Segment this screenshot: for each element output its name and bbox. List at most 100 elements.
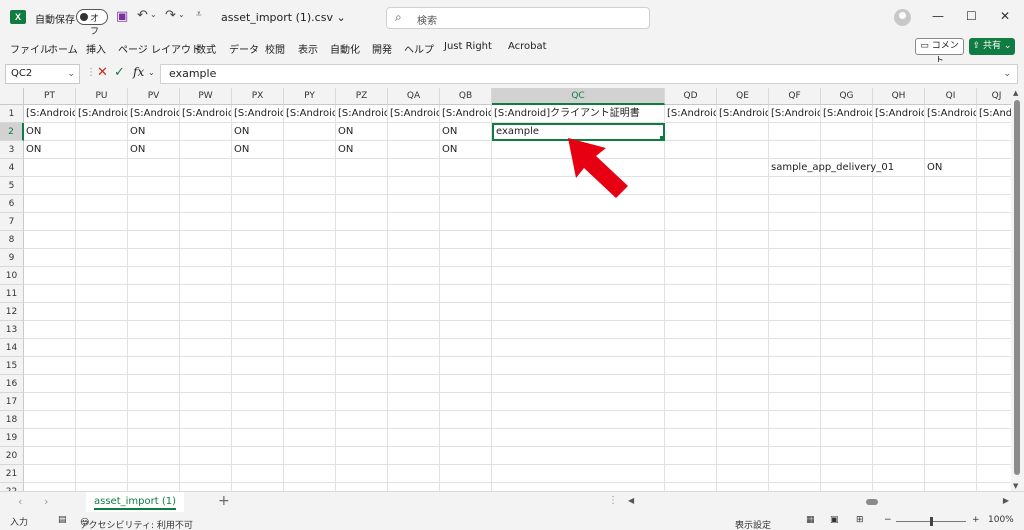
cell-qa13[interactable] <box>388 321 440 339</box>
cell-qa18[interactable] <box>388 411 440 429</box>
cell-qj2[interactable] <box>977 123 1011 141</box>
menu-review[interactable]: 校閲 <box>265 41 285 56</box>
cell-px20[interactable] <box>232 447 284 465</box>
cell-pt5[interactable] <box>24 177 76 195</box>
cell-qf19[interactable] <box>769 429 821 447</box>
cell-pz21[interactable] <box>336 465 388 483</box>
cell-qg22[interactable] <box>821 483 873 491</box>
cell-pt8[interactable] <box>24 231 76 249</box>
file-name[interactable]: asset_import (1).csv ⌄ <box>221 11 346 24</box>
cell-qa6[interactable] <box>388 195 440 213</box>
cell-pu4[interactable] <box>76 159 128 177</box>
cell-qf8[interactable] <box>769 231 821 249</box>
cell-qd10[interactable] <box>665 267 717 285</box>
cell-qg17[interactable] <box>821 393 873 411</box>
share-button[interactable]: ⇪ 共有 ⌄ <box>969 38 1015 55</box>
cell-qj18[interactable] <box>977 411 1011 429</box>
column-header-pw[interactable]: PW <box>180 88 232 105</box>
cell-pv5[interactable] <box>128 177 180 195</box>
prev-sheet-icon[interactable]: ‹ <box>18 495 22 508</box>
cell-qa11[interactable] <box>388 285 440 303</box>
cell-px5[interactable] <box>232 177 284 195</box>
cell-pu17[interactable] <box>76 393 128 411</box>
cell-pu18[interactable] <box>76 411 128 429</box>
cell-px18[interactable] <box>232 411 284 429</box>
cell-qd5[interactable] <box>665 177 717 195</box>
cell-qf4[interactable]: sample_app_delivery_01 <box>769 159 894 177</box>
cell-qf14[interactable] <box>769 339 821 357</box>
column-header-qc[interactable]: QC <box>492 88 665 105</box>
page-layout-view-icon[interactable]: ▣ <box>830 515 839 525</box>
cell-qa8[interactable] <box>388 231 440 249</box>
cell-pv15[interactable] <box>128 357 180 375</box>
cell-qi7[interactable] <box>925 213 977 231</box>
cell-qj12[interactable] <box>977 303 1011 321</box>
cell-qg7[interactable] <box>821 213 873 231</box>
row-header-11[interactable]: 11 <box>0 285 24 303</box>
cell-qj21[interactable] <box>977 465 1011 483</box>
cell-pw8[interactable] <box>180 231 232 249</box>
cell-pz8[interactable] <box>336 231 388 249</box>
cell-qg13[interactable] <box>821 321 873 339</box>
cell-py3[interactable] <box>284 141 336 159</box>
cell-qa14[interactable] <box>388 339 440 357</box>
cell-qc12[interactable] <box>492 303 665 321</box>
cell-py16[interactable] <box>284 375 336 393</box>
cell-qh5[interactable] <box>873 177 925 195</box>
cell-py11[interactable] <box>284 285 336 303</box>
cell-pv9[interactable] <box>128 249 180 267</box>
cell-qd15[interactable] <box>665 357 717 375</box>
cell-pu1[interactable]: [S:Android <box>76 105 128 123</box>
cell-pt20[interactable] <box>24 447 76 465</box>
cell-qb19[interactable] <box>440 429 492 447</box>
cell-qe1[interactable]: [S:Android <box>717 105 769 123</box>
cell-qj10[interactable] <box>977 267 1011 285</box>
cell-qb18[interactable] <box>440 411 492 429</box>
cell-qc7[interactable] <box>492 213 665 231</box>
cell-pz20[interactable] <box>336 447 388 465</box>
scroll-right-icon[interactable]: ▶ <box>1003 496 1009 505</box>
cell-px1[interactable]: [S:Android <box>232 105 284 123</box>
menu-view[interactable]: 表示 <box>298 41 318 56</box>
cell-qg21[interactable] <box>821 465 873 483</box>
cell-pz2[interactable]: ON <box>336 123 388 141</box>
cell-qb6[interactable] <box>440 195 492 213</box>
cell-px4[interactable] <box>232 159 284 177</box>
cell-pt11[interactable] <box>24 285 76 303</box>
cell-qb14[interactable] <box>440 339 492 357</box>
cell-qf2[interactable] <box>769 123 821 141</box>
cell-px13[interactable] <box>232 321 284 339</box>
cell-qh7[interactable] <box>873 213 925 231</box>
cell-qi16[interactable] <box>925 375 977 393</box>
cell-qi9[interactable] <box>925 249 977 267</box>
cell-qg20[interactable] <box>821 447 873 465</box>
cell-pw10[interactable] <box>180 267 232 285</box>
cell-px11[interactable] <box>232 285 284 303</box>
cell-qc14[interactable] <box>492 339 665 357</box>
cell-qg18[interactable] <box>821 411 873 429</box>
cell-qi1[interactable]: [S:Android <box>925 105 977 123</box>
cell-qf7[interactable] <box>769 213 821 231</box>
cell-pw9[interactable] <box>180 249 232 267</box>
cell-pz5[interactable] <box>336 177 388 195</box>
cell-pw18[interactable] <box>180 411 232 429</box>
zoom-slider-knob[interactable] <box>930 517 933 526</box>
cell-qg19[interactable] <box>821 429 873 447</box>
cell-qe14[interactable] <box>717 339 769 357</box>
cell-pv10[interactable] <box>128 267 180 285</box>
column-header-qb[interactable]: QB <box>440 88 492 105</box>
cell-pv7[interactable] <box>128 213 180 231</box>
scroll-left-icon[interactable]: ◀ <box>628 496 634 505</box>
cell-pu13[interactable] <box>76 321 128 339</box>
minimize-icon[interactable]: — <box>932 9 944 23</box>
cell-pv18[interactable] <box>128 411 180 429</box>
cell-qc19[interactable] <box>492 429 665 447</box>
formula-input[interactable]: example ⌄ <box>160 64 1018 84</box>
row-header-5[interactable]: 5 <box>0 177 24 195</box>
cell-qj5[interactable] <box>977 177 1011 195</box>
cell-qb4[interactable] <box>440 159 492 177</box>
cell-pv11[interactable] <box>128 285 180 303</box>
cell-qh19[interactable] <box>873 429 925 447</box>
cell-qh6[interactable] <box>873 195 925 213</box>
cell-qd19[interactable] <box>665 429 717 447</box>
